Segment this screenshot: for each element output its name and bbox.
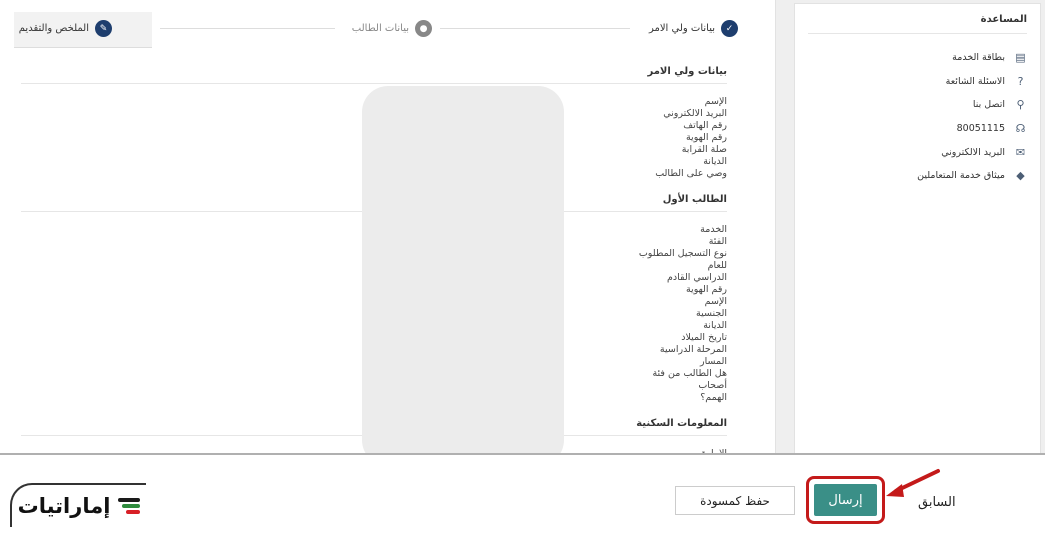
save-draft-button[interactable]: حفظ كمسودة (675, 486, 795, 515)
sidebar-item-label: اتصل بنا (972, 99, 1005, 111)
pencil-icon: ✎ (95, 20, 112, 37)
step-student-data[interactable]: ● بيانات الطالب (352, 20, 432, 37)
sidebar-item-label: 80051115 (956, 123, 1005, 135)
location-pin-icon: ⚲ (1016, 98, 1025, 112)
step-label: بيانات الطالب (351, 23, 409, 34)
sidebar-item[interactable]: ? الاسئلة الشائعة (808, 70, 1027, 94)
sidebar-title: المساعدة (808, 4, 1027, 34)
diamond-icon: ◆ (1016, 169, 1025, 183)
step-connector (440, 28, 630, 29)
sidebar-item-label: ميثاق خدمة المتعاملين (917, 170, 1005, 182)
send-button-highlight: إرسال (806, 476, 885, 524)
field-label: نوع التسجيل المطلوب للعام (638, 248, 727, 271)
sidebar-item[interactable]: ▤ بطاقة الخدمة (808, 46, 1027, 70)
question-icon: ? (1017, 74, 1024, 88)
form-card: ✓ بيانات ولي الامر ● بيانات الطالب ✎ الم… (0, 0, 776, 453)
help-sidebar: المساعدة ▤ بطاقة الخدمة? الاسئلة الشائعة ⚲ ا… (794, 3, 1041, 453)
sidebar-item-label: البريد الالكتروني (941, 146, 1005, 158)
eye-icon: ● (415, 20, 432, 37)
card-icon: ▤ (1015, 51, 1026, 65)
send-button[interactable]: إرسال (814, 484, 877, 516)
headset-icon: ☊ (1015, 122, 1026, 136)
check-icon: ✓ (721, 20, 738, 37)
step-connector (160, 28, 335, 29)
action-bar: إماراتيات حفظ كمسودة إرسال السابق (0, 453, 1045, 533)
previous-button[interactable]: السابق (918, 495, 956, 510)
flag-icon (118, 498, 141, 514)
step-summary-submit[interactable]: ✎ الملخص والتقديم (19, 20, 112, 37)
step-guardian-data[interactable]: ✓ بيانات ولي الامر (649, 20, 738, 37)
wizard-steps: ✓ بيانات ولي الامر ● بيانات الطالب ✎ الم… (0, 0, 775, 60)
sidebar-item-label: الاسئلة الشائعة (945, 75, 1005, 87)
logo: إماراتيات (10, 483, 146, 527)
field-label: هل الطالب من فئة أصحاب (652, 368, 727, 391)
redacted-values (362, 86, 564, 453)
step-label: بيانات ولي الامر (648, 23, 715, 34)
step-label: الملخص والتقديم (18, 23, 89, 34)
sidebar-item[interactable]: ◆ ميثاق خدمة المتعاملين (808, 164, 1027, 188)
sidebar-item[interactable]: ☊ 80051115 (808, 117, 1027, 141)
mail-icon: ✉ (1015, 145, 1026, 159)
sidebar-item-label: بطاقة الخدمة (952, 52, 1005, 64)
sidebar-item[interactable]: ✉ البريد الالكتروني (808, 140, 1027, 164)
sidebar-item[interactable]: ⚲ اتصل بنا (808, 93, 1027, 117)
section-title: بيانات ولي الامر (21, 66, 727, 84)
logo-text: إماراتيات (17, 494, 111, 518)
